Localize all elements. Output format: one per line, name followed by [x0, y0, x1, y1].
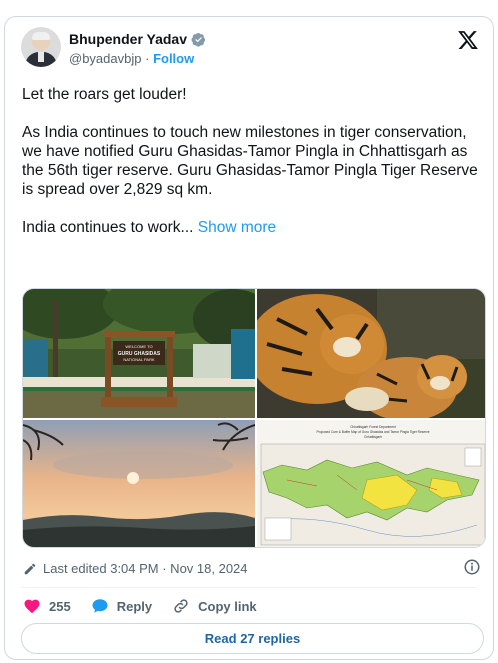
reply-label: Reply: [116, 598, 153, 614]
truncated-text: India continues to work...: [22, 219, 194, 236]
tweet-truncated-paragraph: India continues to work... Show more: [22, 218, 484, 237]
sign-line: NATIONAL PARK: [123, 357, 155, 362]
map-title-line: Chhattisgarh Forest Department: [350, 425, 396, 429]
park-entrance-image: WELCOME TO GURU GHASIDAS NATIONAL PARK: [23, 289, 255, 418]
photo-park-entrance[interactable]: WELCOME TO GURU GHASIDAS NATIONAL PARK: [23, 289, 255, 418]
info-icon[interactable]: [463, 558, 481, 576]
tweet-text: Let the roars get louder! As India conti…: [22, 85, 484, 256]
reply-bubble-icon: [92, 599, 108, 613]
author-handle[interactable]: @byadavbjp: [69, 51, 141, 66]
read-replies-button[interactable]: Read 27 replies: [21, 623, 484, 654]
photo-reserve-map[interactable]: Chhattisgarh Forest Department Proposed …: [257, 420, 485, 547]
edit-info[interactable]: Last edited 3:04 PM · Nov 18, 2024: [23, 561, 248, 576]
verified-badge-icon: [191, 32, 206, 47]
copy-link-button[interactable]: Copy link: [172, 597, 257, 615]
media-grid: WELCOME TO GURU GHASIDAS NATIONAL PARK C…: [22, 288, 486, 548]
show-more-link[interactable]: Show more: [198, 219, 276, 236]
like-count: 255: [49, 598, 71, 614]
author-handle-row: @byadavbjp · Follow: [69, 51, 194, 66]
reserve-map-image: Chhattisgarh Forest Department Proposed …: [257, 420, 485, 547]
author-name[interactable]: Bhupender Yadav: [69, 31, 187, 47]
photo-sunset-landscape[interactable]: [23, 420, 255, 547]
sign-line: WELCOME TO: [125, 344, 152, 349]
x-logo-icon[interactable]: [457, 29, 479, 51]
avatar[interactable]: [21, 27, 61, 67]
reply-button[interactable]: Reply: [91, 597, 152, 615]
link-icon: [174, 599, 188, 613]
author-name-row: Bhupender Yadav: [69, 31, 206, 47]
pencil-icon: [24, 563, 36, 574]
handle-separator: ·: [145, 51, 150, 66]
photo-tigers[interactable]: [257, 289, 485, 418]
heart-icon: [24, 599, 40, 614]
copy-link-label: Copy link: [198, 598, 257, 614]
map-title-line: Chhattisgarh: [364, 435, 382, 439]
tigers-image: [257, 289, 485, 418]
divider: [21, 587, 477, 588]
tweet-card: Bhupender Yadav @byadavbjp · Follow Let …: [4, 16, 494, 660]
map-title-line: Proposed Core & Buffer Map of Guru Ghasi…: [316, 430, 429, 434]
sunset-image: [23, 420, 255, 547]
tweet-paragraph: As India continues to touch new mileston…: [22, 124, 478, 198]
action-bar: 255 Reply Copy link: [23, 597, 277, 615]
edited-text: Last edited 3:04 PM · Nov 18, 2024: [43, 561, 248, 576]
tweet-paragraph: Let the roars get louder!: [22, 86, 187, 103]
follow-button[interactable]: Follow: [153, 51, 194, 66]
like-button[interactable]: 255: [23, 597, 71, 615]
tweet-header: Bhupender Yadav @byadavbjp · Follow: [21, 27, 479, 77]
